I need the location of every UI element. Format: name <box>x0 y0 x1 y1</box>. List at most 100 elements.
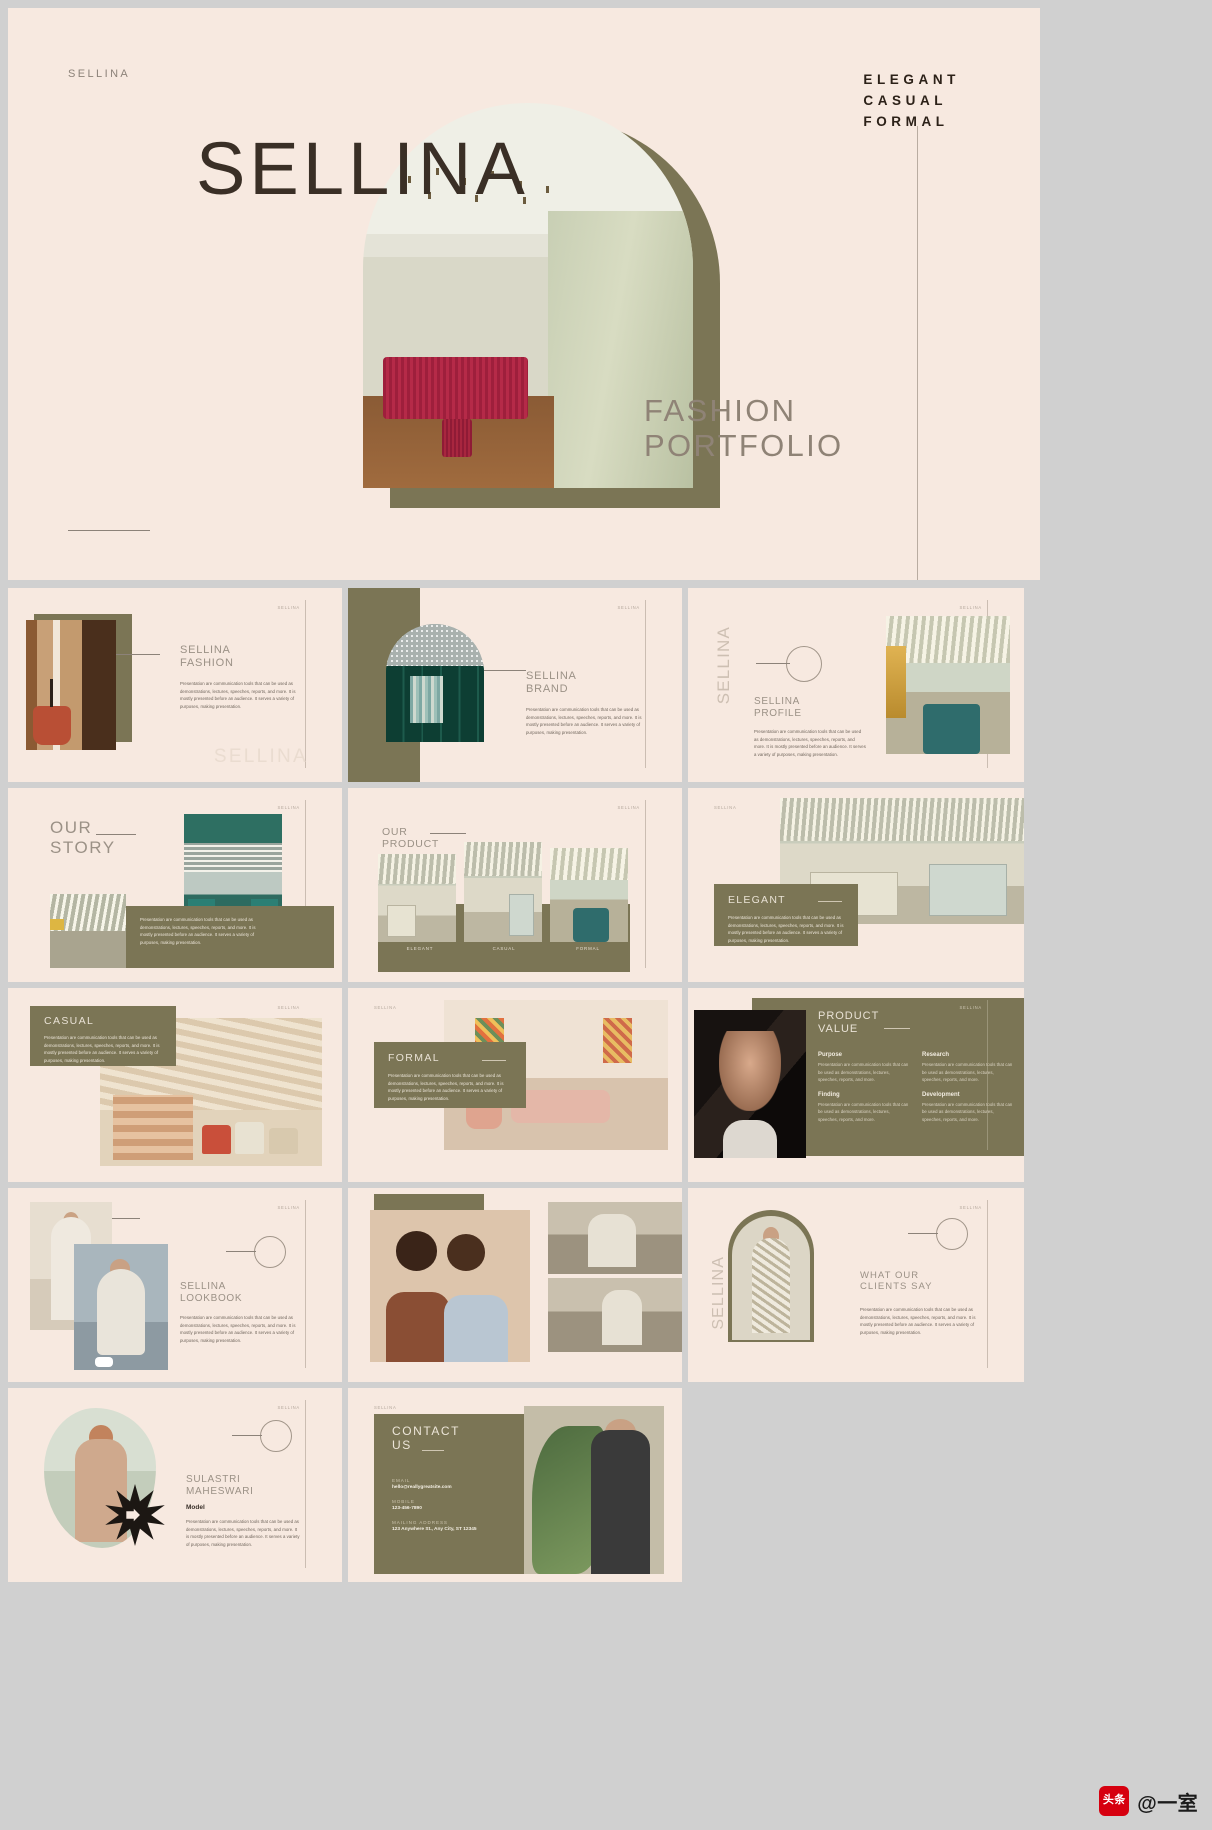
slide-side-label: SELLINA <box>710 1256 727 1330</box>
slide-title-line2: VALUE <box>818 1022 859 1035</box>
hero-subtitle: FASHION PORTFOLIO <box>644 393 844 463</box>
circle-decoration <box>786 646 822 682</box>
slide-body: Presentation are communication tools tha… <box>180 1315 296 1343</box>
text-panel: CASUAL Presentation are communication to… <box>30 1006 176 1066</box>
slide-title: SELLINA BRAND <box>526 670 577 696</box>
slide-tag: SELLINA <box>374 1405 397 1410</box>
product-photo-3 <box>550 848 628 942</box>
slide-our-product[interactable]: SELLINA OUR PRODUCT ELEGANT CASUAL FORMA… <box>348 788 682 982</box>
slide-rule <box>987 1200 988 1368</box>
slide-tag: SELLINA <box>277 1205 300 1210</box>
watermark-logo: 头条 <box>1099 1786 1130 1816</box>
value-body: Presentation are communication tools tha… <box>922 1062 1013 1083</box>
text-panel: Presentation are communication tools tha… <box>126 906 334 968</box>
slide-connector <box>112 1218 140 1219</box>
slide-connector <box>756 663 790 664</box>
hero-title: SELLINA <box>196 127 529 210</box>
hero-subtitle-line2: PORTFOLIO <box>644 427 844 463</box>
circle-decoration <box>260 1420 292 1452</box>
slide-connector <box>484 670 526 671</box>
slide-rule <box>645 600 646 768</box>
value-body: Presentation are communication tools tha… <box>922 1101 1013 1122</box>
contact-value[interactable]: 123 Anywhere St., Any City, ST 12345 <box>392 1527 477 1532</box>
slide-body: Presentation are communication tools tha… <box>728 915 844 943</box>
slide-tag: SELLINA <box>959 1205 982 1210</box>
slide-title-line1: WHAT OUR <box>860 1270 920 1281</box>
value-body: Presentation are communication tools tha… <box>818 1101 909 1122</box>
slide-gallery[interactable]: SELLINA <box>348 1188 682 1382</box>
gallery-photo-2 <box>548 1202 682 1274</box>
circle-decoration <box>936 1218 968 1250</box>
title-rule <box>884 1028 910 1029</box>
slide-formal[interactable]: SELLINA FORMAL Presentation are communic… <box>348 988 682 1182</box>
product-photo-2 <box>464 842 542 942</box>
slide-photo-secondary <box>50 894 126 968</box>
contact-label: EMAIL <box>392 1478 411 1483</box>
slide-title: SELLINA LOOKBOOK <box>180 1281 242 1305</box>
slide-tag: SELLINA <box>277 805 300 810</box>
slide-photo <box>886 616 1010 754</box>
slide-title-line2: LOOKBOOK <box>180 1292 243 1304</box>
value-heading: Development <box>922 1091 960 1098</box>
starburst-icon <box>105 1484 165 1546</box>
slide-title-line1: SELLINA <box>180 644 231 656</box>
slide-rule <box>305 1200 306 1368</box>
value-heading: Purpose <box>818 1052 843 1058</box>
slide-tag: SELLINA <box>617 605 640 610</box>
contact-label: MOBILE <box>392 1499 415 1504</box>
slide-connector <box>430 833 466 834</box>
slide-title-line1: SULASTRI <box>186 1474 241 1485</box>
slide-body: Presentation are communication tools tha… <box>526 707 642 735</box>
slide-body: Presentation are communication tools tha… <box>44 1035 160 1063</box>
value-body: Presentation are communication tools tha… <box>818 1062 909 1083</box>
slide-sellina-profile[interactable]: SELLINA SELLINA SELLINA PROFILE Presenta… <box>688 588 1024 782</box>
product-caption-3: FORMAL <box>576 946 600 951</box>
contact-field: MAILING ADDRESS 123 Anywhere St., Any Ci… <box>392 1520 477 1532</box>
contact-value[interactable]: hello@reallygreatsite.com <box>392 1485 477 1490</box>
slide-photo <box>694 1010 806 1158</box>
slide-our-story[interactable]: SELLINA OUR STORY Presentation are commu… <box>8 788 342 982</box>
watermark-text: @一室 <box>1137 1792 1198 1815</box>
slide-body: Presentation are communication tools tha… <box>754 729 866 757</box>
slide-title-line2: STORY <box>50 838 116 858</box>
slide-photo <box>524 1406 664 1574</box>
site-watermark: 头条 @一室 <box>1099 1786 1198 1816</box>
slide-body: Presentation are communication tools tha… <box>388 1073 504 1101</box>
slide-rule <box>305 1400 306 1568</box>
hero-vertical-rule <box>917 126 918 580</box>
slide-tag: SELLINA <box>277 1405 300 1410</box>
slide-title-line1: SELLINA <box>754 696 801 707</box>
slide-photo <box>26 620 116 750</box>
slide-tag: SELLINA <box>277 605 300 610</box>
slide-sellina-fashion[interactable]: SELLINA SELLINA FASHION Presentation are… <box>8 588 342 782</box>
slide-ghost-word: SELLINA <box>213 746 308 767</box>
slide-rule <box>305 600 306 768</box>
slide-tag: SELLINA <box>714 805 737 810</box>
slide-connector <box>116 654 160 655</box>
slide-title-line1: PRODUCT <box>818 1010 880 1022</box>
slide-title: SULASTRI MAHESWARI <box>186 1474 254 1498</box>
slide-title: OUR PRODUCT <box>382 826 439 851</box>
slide-sellina-brand[interactable]: SELLINA SELLINA BRAND Presentation are c… <box>348 588 682 782</box>
slide-profile-card[interactable]: SELLINA SULASTRI MAHESWARI Model Present… <box>8 1388 342 1582</box>
slide-casual[interactable]: SELLINA CASUAL Presentation are communic… <box>8 988 342 1182</box>
gallery-photo-1 <box>370 1210 530 1362</box>
hero-slide[interactable]: SELLINA ELEGANT CASUAL FORMAL SELLINA FA… <box>8 8 1040 580</box>
contact-value[interactable]: 123-456-7890 <box>392 1506 477 1511</box>
value-grid: Purpose Presentation are communication t… <box>818 1052 1014 1123</box>
slide-tag: SELLINA <box>374 1005 397 1010</box>
text-panel: ELEGANT Presentation are communication t… <box>714 884 858 946</box>
slide-tag: SELLINA <box>959 1005 982 1010</box>
slide-body: Presentation are communication tools tha… <box>860 1307 976 1335</box>
slide-clients[interactable]: SELLINA SELLINA WHAT OUR CLIENTS SAY Pre… <box>688 1188 1024 1382</box>
hero-brand-mark: SELLINA <box>68 68 131 80</box>
slide-elegant[interactable]: SELLINA ELEGANT Presentation are communi… <box>688 788 1024 982</box>
slide-contact[interactable]: SELLINA CONTACT US EMAIL hello@reallygre… <box>348 1388 682 1582</box>
value-item: Research Presentation are communication … <box>922 1052 1014 1084</box>
contact-fields: EMAIL hello@reallygreatsite.com MOBILE 1… <box>392 1478 477 1532</box>
slide-side-label: SELLINA <box>714 626 733 705</box>
slide-product-value[interactable]: SELLINA PRODUCT VALUE Purpose Presentati… <box>688 988 1024 1182</box>
value-item: Finding Presentation are communication t… <box>818 1092 910 1124</box>
slide-lookbook[interactable]: SELLINA SELLINA LOOKBOOK Presentation ar… <box>8 1188 342 1382</box>
value-heading: Research <box>922 1052 950 1058</box>
